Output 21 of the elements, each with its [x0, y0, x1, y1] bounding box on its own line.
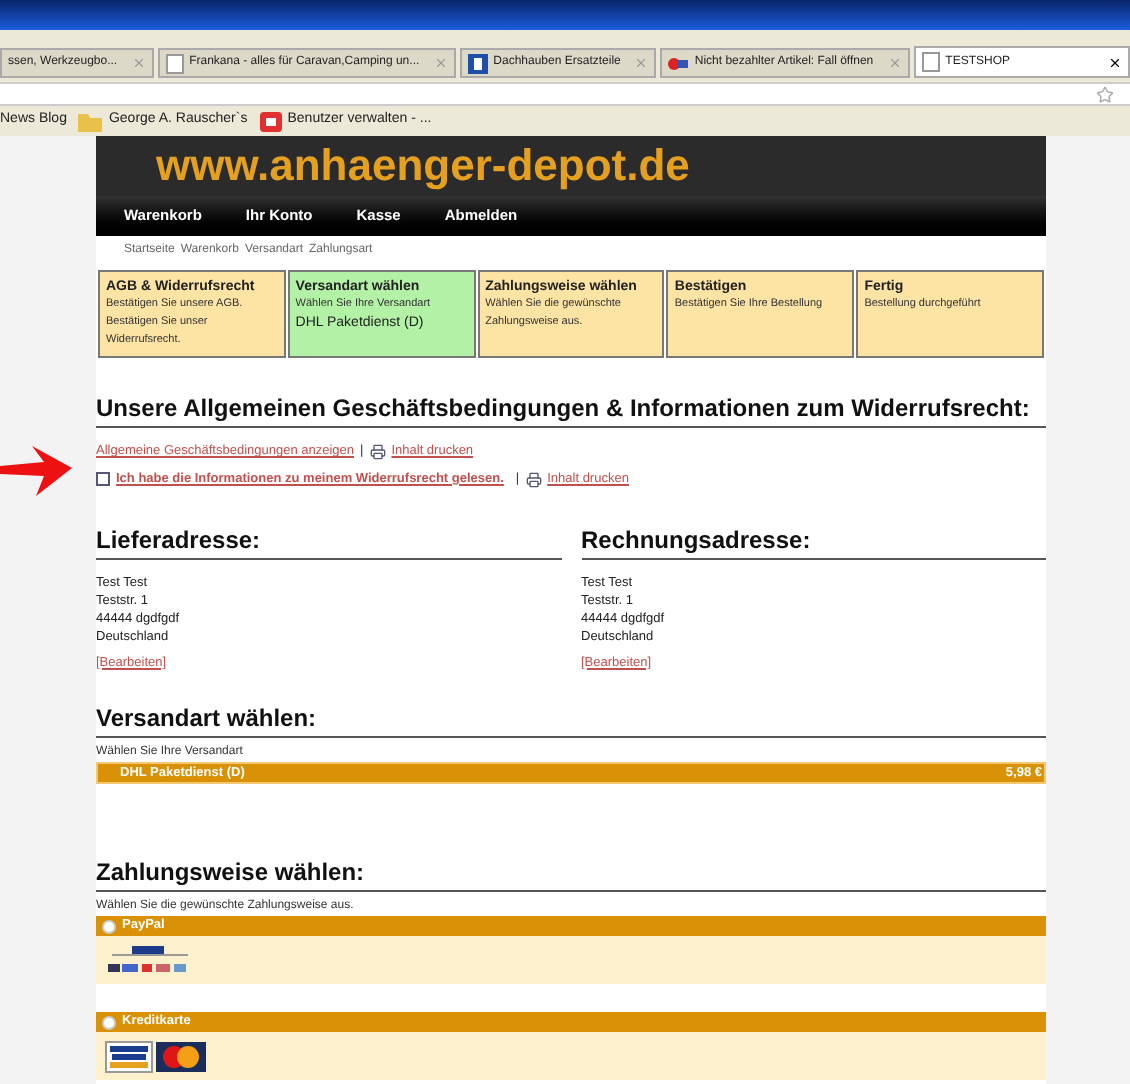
flag-icon [668, 53, 689, 73]
logo-icon [259, 111, 282, 131]
arrow-icon [0, 441, 72, 498]
star-icon[interactable] [1096, 85, 1114, 103]
credit-card-logos [104, 1039, 208, 1074]
printer-icon[interactable] [525, 471, 542, 488]
page-icon [165, 53, 184, 73]
section-heading: Unsere Allgemeinen Geschäftsbedingungen & Informationen zum Widerrufsrecht: [96, 392, 1046, 428]
folder-icon [78, 111, 103, 131]
radio-button[interactable] [102, 919, 116, 934]
section-heading: Lieferadresse: [96, 523, 561, 559]
section-heading: Rechnungsadresse: [581, 523, 1046, 559]
radio-button[interactable] [102, 1015, 116, 1030]
section-heading: Zahlungsweise wählen: [96, 856, 1046, 893]
section-heading: Versandart wählen: [96, 702, 1046, 739]
site-logo: www.anhaenger-depot.de [156, 140, 690, 192]
close-icon[interactable] [1108, 55, 1122, 69]
printer-icon[interactable] [369, 443, 386, 460]
square-icon [467, 53, 488, 73]
page-icon [921, 52, 940, 72]
checkbox[interactable] [96, 472, 110, 487]
